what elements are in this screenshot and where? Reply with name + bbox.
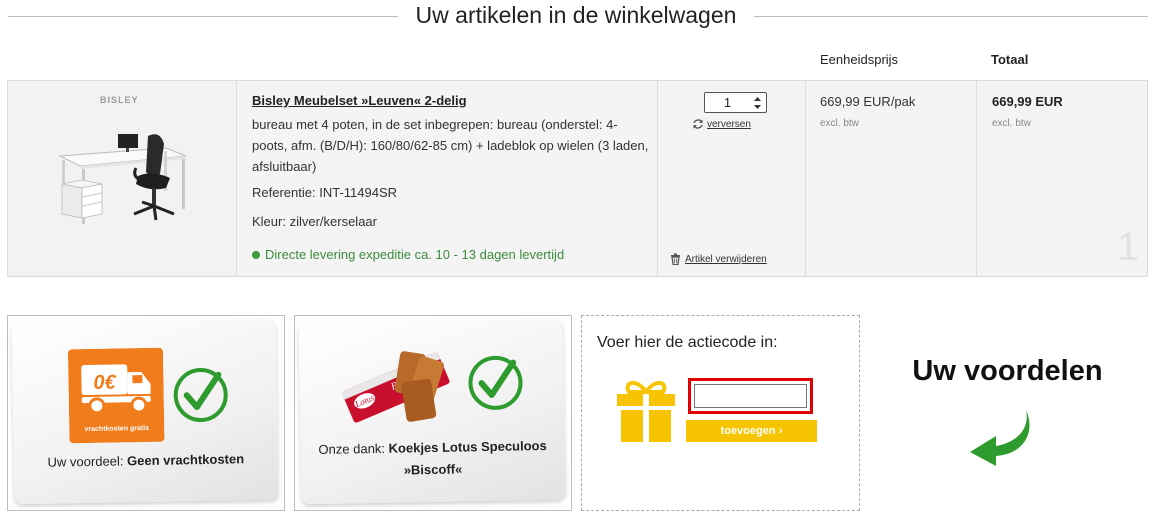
quantity-value[interactable]: 1	[705, 95, 750, 110]
cart-heading-row: Uw artikelen in de winkelwagen	[0, 0, 1156, 32]
benefit-value-line-2: »Biscoff«	[403, 461, 463, 478]
benefit-free-shipping-text: Uw voordeel: Geen vrachtkosten	[14, 448, 278, 475]
cart-item-row: BISLEY Bisley Meubelset »Leuven« 2-delig…	[7, 80, 1148, 277]
page-title: Uw artikelen in de winkelwagen	[415, 2, 737, 28]
delivery-status-dot-icon	[252, 250, 260, 259]
checkmark-icon	[173, 368, 228, 423]
free-shipping-caption: vrachtkosten gratis	[84, 425, 149, 433]
unit-price-vat-note: excl. btw	[820, 118, 859, 129]
remove-item-label[interactable]: Artikel verwijderen	[685, 254, 767, 265]
checkmark-icon	[468, 355, 523, 410]
product-title-link[interactable]: Bisley Meubelset »Leuven« 2-delig	[252, 93, 467, 108]
promo-code-input[interactable]	[694, 384, 807, 408]
product-image-cell: BISLEY	[8, 81, 237, 276]
column-header-unit-price: Eenheidsprijs	[820, 52, 899, 67]
promo-code-label: Voer hier de actiecode in:	[597, 334, 778, 351]
delivery-status-text: Directe levering expeditie ca. 10 - 13 d…	[265, 247, 565, 262]
spinner-arrows-icon[interactable]	[753, 96, 762, 110]
unit-price: 669,99 EUR/pak	[820, 94, 916, 109]
refresh-icon	[693, 119, 703, 129]
promo-code-field-highlight	[688, 378, 813, 414]
heading-divider-right	[754, 16, 1148, 17]
product-image[interactable]	[48, 126, 198, 241]
refresh-quantity-link[interactable]: verversen	[692, 118, 751, 130]
item-position-number: 1	[1116, 225, 1139, 269]
gift-icon	[617, 381, 675, 442]
benefit-value-line-1: Koekjes Lotus Speculoos	[388, 438, 547, 456]
remove-item-link[interactable]: Artikel verwijderen	[670, 253, 767, 265]
delivery-status: Directe levering expeditie ca. 10 - 13 d…	[252, 247, 564, 262]
benefit-free-shipping: 0€ vrachtkosten gratis Uw voordeel: Geen…	[7, 315, 285, 511]
trash-icon	[671, 253, 680, 265]
brand-logo: BISLEY	[100, 95, 139, 105]
product-color: Kleur: zilver/kerselaar	[252, 214, 377, 229]
unit-price-cell: 669,99 EUR/pak excl. btw	[806, 81, 977, 276]
benefit-prefix: Uw voordeel:	[47, 453, 128, 470]
quantity-cell: 1 verversen Artikel verwijderen	[658, 81, 806, 276]
total-price: 669,99 EUR	[992, 94, 1063, 109]
quantity-stepper[interactable]: 1	[704, 92, 767, 113]
product-reference: Referentie: INT-11494SR	[252, 185, 397, 200]
benefit-free-cookies: Lotus Biscoff Onze dank: Koekjes Lotus S…	[294, 315, 572, 511]
column-header-total: Totaal	[991, 52, 1029, 67]
benefit-card: 0€ vrachtkosten gratis Uw voordeel: Geen…	[11, 319, 279, 505]
heading-divider-left	[8, 16, 398, 17]
promo-code-add-button[interactable]: toevoegen ›	[686, 420, 817, 442]
free-shipping-amount: 0€	[93, 371, 117, 393]
curved-arrow-down-icon	[970, 410, 1030, 466]
benefit-card: Lotus Biscoff Onze dank: Koekjes Lotus S…	[298, 319, 566, 505]
advantages-title: Uw voordelen	[912, 355, 1103, 387]
refresh-label[interactable]: verversen	[707, 119, 751, 130]
benefit-value: Geen vrachtkosten	[126, 451, 245, 469]
total-price-cell: 669,99 EUR excl. btw 1	[977, 81, 1147, 276]
total-price-vat-note: excl. btw	[992, 118, 1031, 129]
promo-code-box: Voer hier de actiecode in: toevoegen ›	[581, 315, 860, 511]
product-description: bureau met 4 poten, in de set inbegrepen…	[252, 117, 649, 174]
lotus-cookies-image: Lotus Biscoff	[341, 351, 450, 423]
product-description-cell: Bisley Meubelset »Leuven« 2-delig bureau…	[237, 81, 658, 276]
free-shipping-truck-icon: 0€ vrachtkosten gratis	[67, 347, 165, 444]
benefit-prefix: Onze dank:	[318, 440, 389, 457]
benefit-free-cookies-text: Onze dank: Koekjes Lotus Speculoos »Bisc…	[300, 435, 565, 484]
